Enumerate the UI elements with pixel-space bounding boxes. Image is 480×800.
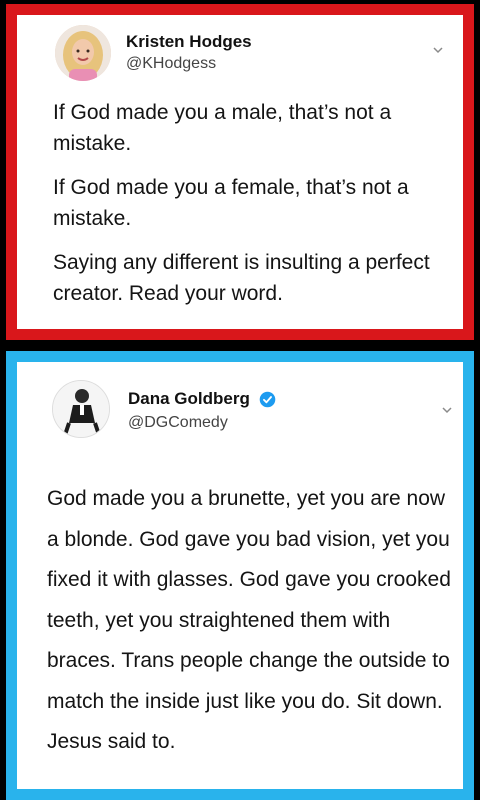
avatar-dana-image — [53, 381, 109, 437]
chevron-down-icon[interactable] — [433, 45, 443, 55]
tweet-paragraph: If God made you a female, that’s not a m… — [53, 176, 409, 230]
tweet-frame-bottom: Dana Goldberg @DGComedy God made you a b… — [0, 345, 480, 800]
tweet-card-dana[interactable]: Dana Goldberg @DGComedy God made you a b… — [6, 351, 474, 800]
author-name[interactable]: Kristen Hodges — [126, 32, 252, 52]
author-handle[interactable]: @KHodgess — [126, 55, 216, 73]
tweet-frame-top: Kristen Hodges @KHodgess If God made you… — [0, 0, 480, 345]
author-name[interactable]: Dana Goldberg — [128, 389, 276, 409]
tweet-paragraph: If God made you a male, that’s not a mis… — [53, 101, 392, 155]
avatar-kristen[interactable] — [55, 25, 111, 81]
tweet-text: If God made you a male, that’s not a mis… — [53, 97, 453, 309]
tweet-card-kristen[interactable]: Kristen Hodges @KHodgess If God made you… — [6, 4, 474, 340]
author-name-text[interactable]: Dana Goldberg — [128, 389, 250, 408]
author-handle[interactable]: @DGComedy — [128, 414, 228, 432]
avatar-kristen-image — [55, 25, 111, 81]
tweet-text: God made you a brunette, yet you are now… — [47, 487, 451, 753]
tweet-paragraph: Saying any different is insulting a perf… — [53, 251, 430, 305]
avatar-dana[interactable] — [52, 380, 110, 438]
verified-badge-icon — [259, 391, 275, 408]
chevron-down-icon[interactable] — [442, 405, 452, 415]
